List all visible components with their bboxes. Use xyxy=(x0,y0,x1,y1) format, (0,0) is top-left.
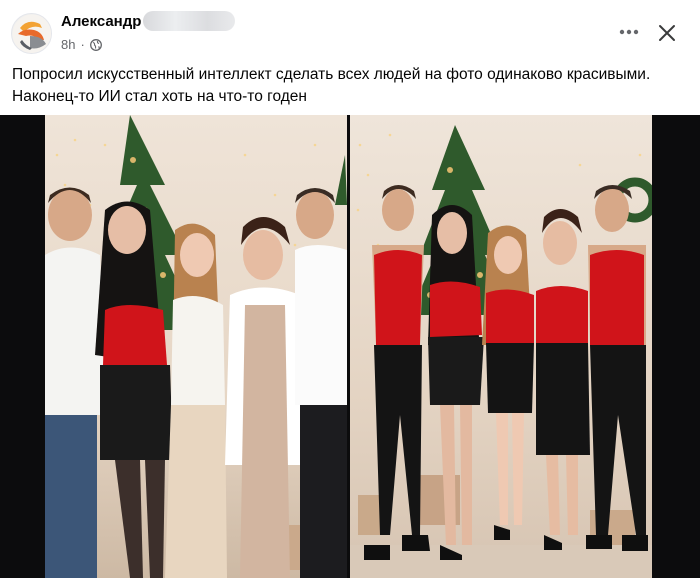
close-button[interactable] xyxy=(652,18,682,48)
author-name-redacted xyxy=(143,11,235,31)
media-image-original[interactable] xyxy=(45,115,347,578)
post-text-line-1: Попросил искусственный интеллект сделать… xyxy=(12,66,651,83)
facebook-post: Александр 8h · Попросил искусственный ин… xyxy=(0,0,700,578)
author-avatar[interactable] xyxy=(11,13,52,54)
post-media xyxy=(0,115,700,578)
post-time[interactable]: 8h xyxy=(61,37,75,52)
more-horizontal-icon xyxy=(619,29,639,35)
post-text-line-2: Наконец-то ИИ стал хоть на что-то годен xyxy=(12,88,307,105)
family-photo-ai-edited xyxy=(350,115,652,578)
avatar-logo-icon xyxy=(12,14,51,53)
more-options-button[interactable] xyxy=(614,20,644,44)
post-text: Попросил искусственный интеллект сделать… xyxy=(12,64,692,108)
family-photo-original xyxy=(45,115,347,578)
globe-icon[interactable] xyxy=(89,38,102,51)
close-icon xyxy=(659,25,675,41)
meta-separator: · xyxy=(80,37,85,52)
media-image-ai-edited[interactable] xyxy=(350,115,652,578)
post-header: Александр 8h · xyxy=(0,0,700,62)
author-name[interactable]: Александр xyxy=(61,13,141,30)
post-meta: 8h · xyxy=(61,37,102,52)
